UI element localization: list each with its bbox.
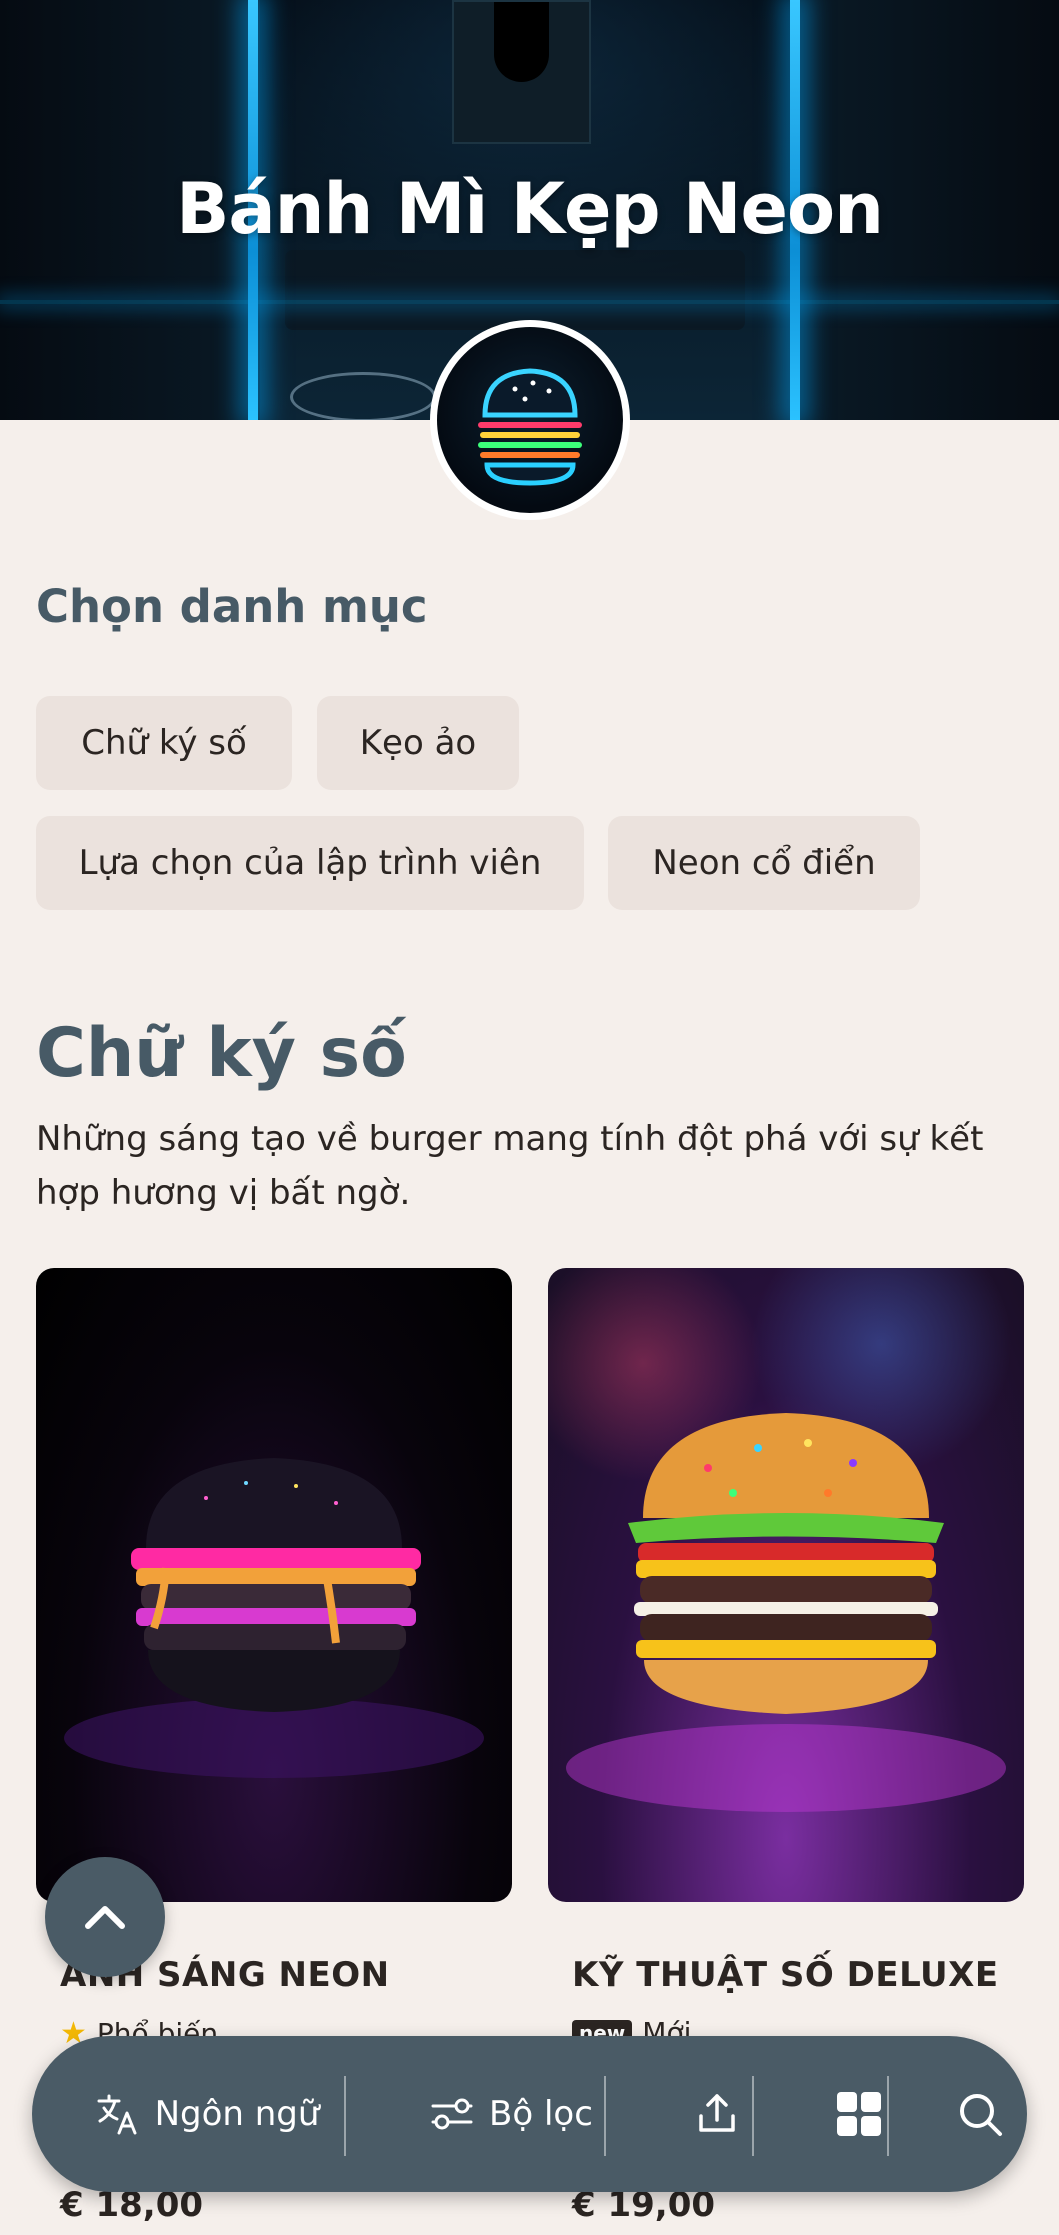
category-chip-keo-ao[interactable]: Kẹo ảo bbox=[317, 696, 519, 790]
hero-floor-glow bbox=[0, 300, 1059, 304]
filter-label: Bộ lọc bbox=[489, 2094, 593, 2134]
category-chip-lap-trinh-vien[interactable]: Lựa chọn của lập trình viên bbox=[36, 816, 584, 910]
grid-view-button[interactable] bbox=[799, 2036, 919, 2192]
back-to-top-button[interactable] bbox=[45, 1857, 165, 1977]
language-button[interactable]: Ngôn ngữ bbox=[72, 2036, 342, 2192]
category-heading: Chọn danh mục bbox=[36, 580, 428, 633]
product-image-neon-burger[interactable] bbox=[36, 1268, 512, 1902]
product-name[interactable]: KỸ THUẬT SỐ DELUXE bbox=[572, 1955, 999, 1995]
toolbar-divider bbox=[752, 2076, 754, 2156]
filter-button[interactable]: Bộ lọc bbox=[386, 2036, 636, 2192]
section-title: Chữ ký số bbox=[36, 1014, 407, 1093]
filter-sliders-icon bbox=[429, 2091, 475, 2137]
language-label: Ngôn ngữ bbox=[154, 2094, 320, 2134]
translate-icon bbox=[95, 2091, 141, 2137]
neon-burger-logo-icon bbox=[437, 327, 623, 513]
chevron-up-icon bbox=[80, 1892, 130, 1942]
toolbar-divider bbox=[344, 2076, 346, 2156]
grid-icon bbox=[835, 2090, 883, 2138]
restaurant-title: Bánh Mì Kẹp Neon bbox=[176, 168, 884, 250]
restaurant-logo bbox=[430, 320, 630, 520]
toolbar-divider bbox=[887, 2076, 889, 2156]
share-upload-icon bbox=[693, 2090, 741, 2138]
hero-table bbox=[290, 372, 436, 420]
search-button[interactable] bbox=[935, 2036, 1025, 2192]
category-chip-neon-co-dien[interactable]: Neon cổ điển bbox=[608, 816, 920, 910]
category-chip-chu-ky-so[interactable]: Chữ ký số bbox=[36, 696, 292, 790]
share-button[interactable] bbox=[652, 2036, 782, 2192]
section-description: Những sáng tạo về burger mang tính đột p… bbox=[36, 1119, 984, 1213]
toolbar-divider bbox=[604, 2076, 606, 2156]
bottom-toolbar: Ngôn ngữ Bộ lọc bbox=[32, 2036, 1027, 2192]
hero-poster bbox=[452, 0, 591, 144]
search-icon bbox=[956, 2090, 1004, 2138]
hero-sofa bbox=[285, 250, 745, 330]
product-image-deluxe-burger[interactable] bbox=[548, 1268, 1024, 1902]
